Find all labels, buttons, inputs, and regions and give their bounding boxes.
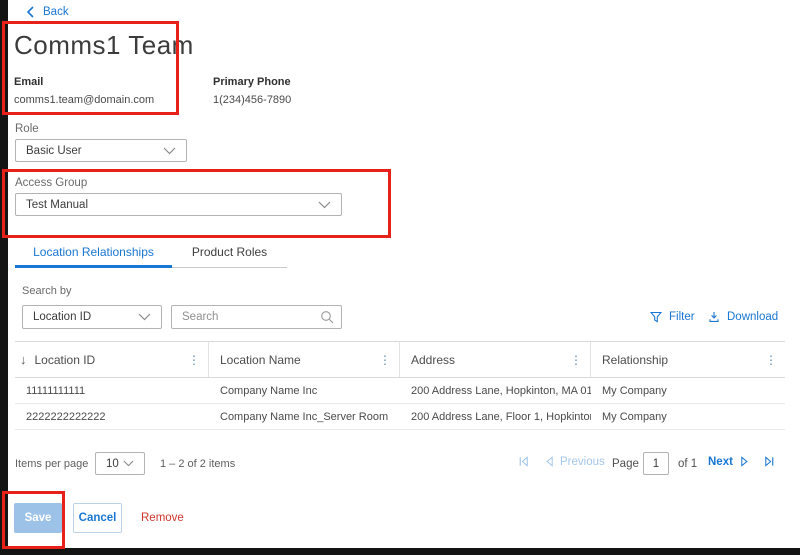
- page-number-input[interactable]: [643, 452, 669, 475]
- access-group-dropdown[interactable]: Test Manual: [15, 193, 342, 216]
- cell-relationship: My Company: [591, 378, 785, 403]
- role-dropdown-value: Basic User: [26, 145, 82, 157]
- next-icon: [740, 455, 751, 468]
- column-menu-icon[interactable]: ⋮: [568, 353, 584, 367]
- back-chevron-icon: [26, 6, 34, 18]
- search-field-dropdown[interactable]: Location ID: [22, 305, 162, 329]
- active-tab-underline: [15, 265, 172, 268]
- user-detail-page: Back Comms1 Team Email comms1.team@domai…: [0, 0, 800, 555]
- cancel-button[interactable]: Cancel: [73, 503, 122, 533]
- search-icon[interactable]: [320, 310, 334, 329]
- column-label: Location Name: [220, 353, 301, 367]
- email-value: comms1.team@domain.com: [14, 94, 154, 106]
- items-range-text: 1 – 2 of 2 items: [160, 458, 235, 470]
- cell-location-name: Company Name Inc_Server Room: [209, 404, 400, 429]
- download-icon: [708, 311, 720, 323]
- column-header-location-id[interactable]: ↓ Location ID ⋮: [15, 342, 209, 377]
- chevron-down-icon: [163, 147, 176, 155]
- items-per-page-dropdown[interactable]: 10: [95, 452, 145, 475]
- download-button[interactable]: Download: [708, 311, 778, 323]
- page-title: Comms1 Team: [14, 30, 194, 61]
- save-button[interactable]: Save: [14, 503, 62, 533]
- search-by-label: Search by: [22, 285, 72, 297]
- cell-relationship: My Company: [591, 404, 785, 429]
- first-page-button[interactable]: [517, 455, 530, 468]
- cell-location-id: 2222222222222: [15, 404, 209, 429]
- cell-address: 200 Address Lane, Floor 1, Hopkinton, ..…: [400, 404, 591, 429]
- tab-location-relationships[interactable]: Location Relationships: [15, 245, 172, 259]
- column-header-location-name[interactable]: Location Name ⋮: [209, 342, 400, 377]
- cell-address: 200 Address Lane, Hopkinton, MA 017...: [400, 378, 591, 403]
- tab-underline: [172, 267, 287, 268]
- filter-label: Filter: [669, 311, 695, 323]
- back-link[interactable]: Back: [26, 6, 69, 18]
- previous-label: Previous: [560, 456, 605, 468]
- window-edge-bottom: [0, 548, 800, 555]
- next-label: Next: [708, 456, 733, 468]
- role-dropdown[interactable]: Basic User: [15, 139, 187, 162]
- filter-icon: [650, 311, 662, 323]
- sort-descending-icon[interactable]: ↓: [20, 352, 27, 367]
- window-edge-left: [0, 0, 8, 555]
- last-page-button[interactable]: [763, 455, 776, 468]
- column-label: Relationship: [602, 353, 668, 367]
- email-label: Email: [14, 76, 43, 88]
- search-box: [171, 305, 342, 329]
- column-label: Address: [411, 353, 455, 367]
- column-header-address[interactable]: Address ⋮: [400, 342, 591, 377]
- column-menu-icon[interactable]: ⋮: [186, 353, 202, 367]
- back-label: Back: [43, 6, 69, 18]
- cell-location-name: Company Name Inc: [209, 378, 400, 403]
- page-label: Page: [612, 458, 639, 470]
- tab-product-roles[interactable]: Product Roles: [172, 245, 287, 259]
- column-menu-icon[interactable]: ⋮: [377, 353, 393, 367]
- page-of-text: of 1: [678, 458, 697, 470]
- column-header-relationship[interactable]: Relationship ⋮: [591, 342, 785, 377]
- search-field-value: Location ID: [33, 311, 91, 323]
- next-page-button[interactable]: Next: [708, 455, 751, 468]
- cell-location-id: 11111111111: [15, 378, 209, 403]
- download-label: Download: [727, 311, 778, 323]
- previous-page-button[interactable]: Previous: [543, 455, 605, 468]
- primary-phone-value: 1(234)456-7890: [213, 94, 291, 106]
- search-input[interactable]: [171, 305, 342, 329]
- column-menu-icon[interactable]: ⋮: [763, 353, 779, 367]
- chevron-down-icon: [318, 201, 331, 209]
- previous-icon: [543, 455, 554, 468]
- access-group-label: Access Group: [15, 177, 87, 189]
- filter-button[interactable]: Filter: [650, 311, 695, 323]
- primary-phone-label: Primary Phone: [213, 76, 291, 88]
- table-row[interactable]: 11111111111 Company Name Inc 200 Address…: [15, 378, 785, 404]
- access-group-dropdown-value: Test Manual: [26, 199, 88, 211]
- remove-button[interactable]: Remove: [141, 512, 184, 524]
- chevron-down-icon: [138, 313, 151, 321]
- role-label: Role: [15, 123, 39, 135]
- table-header-row: ↓ Location ID ⋮ Location Name ⋮ Address …: [15, 341, 785, 378]
- items-per-page-value: 10: [106, 458, 119, 470]
- table-row[interactable]: 2222222222222 Company Name Inc_Server Ro…: [15, 404, 785, 430]
- items-per-page-label: Items per page: [15, 458, 88, 470]
- column-label: Location ID: [35, 353, 96, 367]
- chevron-down-icon: [123, 460, 134, 467]
